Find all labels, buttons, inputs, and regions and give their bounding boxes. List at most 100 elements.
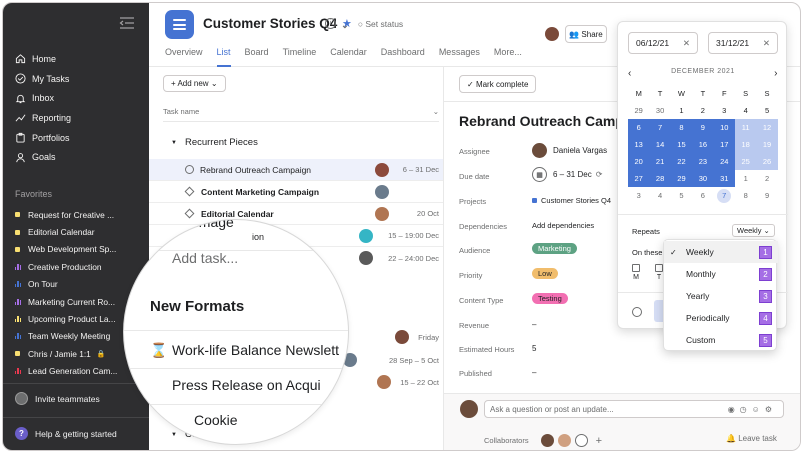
milestone-diamond-icon[interactable]: ⌛ (150, 342, 167, 359)
assignee-avatar[interactable] (395, 330, 409, 344)
calendar-day[interactable]: 12 (756, 119, 778, 136)
task-title[interactable]: Rebrand Outreach Camp (459, 113, 624, 129)
repeat-option-yearly[interactable]: Yearly 3 (664, 285, 778, 307)
calendar-day[interactable]: 8 (735, 187, 756, 204)
tab-list[interactable]: List (216, 47, 231, 67)
end-date-input[interactable]: 31/12/21 ✕ (708, 32, 778, 54)
testing-pill[interactable]: Testing (532, 293, 568, 304)
table-row[interactable]: Friday (349, 326, 443, 348)
calendar-day[interactable]: 6 (628, 119, 650, 136)
comment-input[interactable]: Ask a question or post an update... ◉◷☺⚙ (484, 400, 784, 418)
calendar-day[interactable]: 17 (713, 136, 735, 153)
task-name[interactable]: Work-life Balance Newslett (172, 342, 339, 358)
sidebar-item-inbox[interactable]: Inbox (15, 88, 145, 108)
published-value[interactable]: – (532, 368, 536, 377)
task-name[interactable]: Rebrand Outreach Campaign (200, 165, 375, 175)
calendar-day[interactable]: 9 (692, 119, 714, 136)
table-row[interactable]: Rebrand Outreach Campaign 6 – 31 Dec (149, 159, 443, 181)
sidebar-item-goals[interactable]: Goals (15, 147, 145, 167)
calendar-day[interactable]: 1 (671, 102, 692, 119)
calendar-day[interactable]: 30 (692, 170, 714, 187)
calendar-day[interactable]: 29 (628, 102, 649, 119)
start-date-input[interactable]: 06/12/21 ✕ (628, 32, 698, 54)
content-type-value[interactable]: Testing (532, 293, 568, 304)
invite-teammates-button[interactable]: Invite teammates (15, 392, 100, 405)
prev-month-icon[interactable]: ‹ (628, 68, 632, 79)
caret-down-icon[interactable]: ▼ (171, 432, 177, 438)
marketing-pill[interactable]: Marketing (532, 243, 577, 254)
favorite-item[interactable]: Request for Creative ... (15, 206, 143, 223)
clear-icon[interactable]: ✕ (763, 38, 770, 49)
add-dependencies-link[interactable]: Add dependencies (532, 221, 594, 230)
leave-task-button[interactable]: 🔔 Leave task (726, 434, 777, 443)
tab-dashboard[interactable]: Dashboard (381, 47, 425, 67)
favorite-item[interactable]: Editorial Calendar (15, 223, 143, 240)
add-collaborator-icon[interactable]: + (596, 435, 602, 447)
collaborator-avatar[interactable] (540, 434, 554, 447)
calendar-day[interactable]: 2 (692, 102, 713, 119)
tab-more[interactable]: More... (494, 47, 522, 67)
collaborator-avatar[interactable] (557, 434, 571, 447)
calendar-day[interactable]: 16 (692, 136, 714, 153)
task-due-date[interactable]: 15 – 22 Oct (397, 378, 439, 387)
task-name[interactable]: Content Marketing Campaign (201, 187, 375, 197)
calendar-day[interactable]: 29 (670, 170, 693, 187)
low-pill[interactable]: Low (532, 268, 558, 279)
favorite-item[interactable]: Lead Generation Cam... (15, 363, 143, 380)
calendar-day[interactable]: 23 (692, 153, 714, 170)
repeat-option-monthly[interactable]: Monthly 2 (664, 263, 778, 285)
calendar-day[interactable]: 24 (713, 153, 735, 170)
milestone-diamond-icon[interactable] (184, 208, 195, 219)
assignee-avatar[interactable] (359, 251, 373, 265)
task-due-date[interactable]: 28 Sep – 5 Oct (363, 356, 439, 365)
share-button[interactable]: 👥 Share (565, 25, 607, 43)
calendar-day[interactable]: 20 (628, 153, 650, 170)
star-icon[interactable]: ★ (342, 17, 352, 30)
repeat-option-periodically[interactable]: Periodically 4 (664, 307, 778, 329)
calendar-day[interactable]: 19 (756, 136, 778, 153)
calendar-day[interactable]: 31 (713, 170, 735, 187)
calendar-day[interactable]: 3 (628, 187, 649, 204)
calendar-day[interactable]: 7 (649, 119, 671, 136)
caret-down-icon[interactable]: ▼ (171, 140, 177, 146)
table-row[interactable]: 15 – 22 Oct (349, 371, 443, 393)
revenue-value[interactable]: – (532, 320, 536, 329)
due-date-value[interactable]: ▦ 6 – 31 Dec ⟳ (532, 167, 602, 182)
next-month-icon[interactable]: › (774, 68, 778, 79)
sidebar-item-portfolios[interactable]: Portfolios (15, 128, 145, 148)
calendar-day[interactable]: 3 (714, 102, 735, 119)
calendar-day[interactable]: 5 (671, 187, 692, 204)
calendar-day[interactable]: 22 (670, 153, 693, 170)
set-status-button[interactable]: ○ Set status (358, 19, 403, 29)
sidebar-item-my-tasks[interactable]: My Tasks (15, 69, 145, 89)
tab-board[interactable]: Board (245, 47, 269, 67)
estimated-hours-value[interactable]: 5 (532, 344, 536, 353)
calendar-day[interactable]: 8 (670, 119, 693, 136)
assignee-avatar[interactable] (377, 375, 391, 389)
repeat-option-custom[interactable]: Custom 5 (664, 329, 778, 351)
assignee-avatar[interactable] (375, 162, 389, 177)
calendar-day[interactable]: 26 (756, 153, 778, 170)
add-task-placeholder[interactable]: Add task... (172, 250, 238, 266)
calendar-day[interactable]: 5 (756, 102, 777, 119)
calendar-day[interactable]: 2 (756, 170, 777, 187)
collapse-sidebar-icon[interactable] (119, 17, 135, 29)
calendar-day[interactable]: 30 (649, 102, 670, 119)
task-name-column-header[interactable]: Task name ⌄ (163, 101, 439, 122)
assignee-avatar[interactable] (359, 228, 373, 243)
audience-value[interactable]: Marketing (532, 243, 577, 254)
complete-checkbox-icon[interactable] (185, 165, 194, 174)
tab-overview[interactable]: Overview (165, 47, 203, 67)
task-due-date[interactable]: 22 – 24:00 Dec (379, 254, 439, 263)
info-icon[interactable]: i (325, 18, 336, 29)
calendar-day[interactable]: 7 (714, 187, 735, 204)
repeats-select[interactable]: Weekly ⌄ (732, 224, 775, 237)
task-due-date[interactable]: 6 – 31 Dec (395, 165, 439, 174)
tab-calendar[interactable]: Calendar (330, 47, 367, 67)
task-name[interactable]: Press Release on Acqui (172, 377, 321, 393)
favorite-item[interactable]: Marketing Current Ro... (15, 293, 143, 310)
calendar-day[interactable]: 11 (734, 119, 757, 136)
calendar-day[interactable]: 27 (628, 170, 650, 187)
sidebar-item-home[interactable]: Home (15, 49, 145, 69)
add-new-button[interactable]: + Add new ⌄ (163, 75, 226, 92)
